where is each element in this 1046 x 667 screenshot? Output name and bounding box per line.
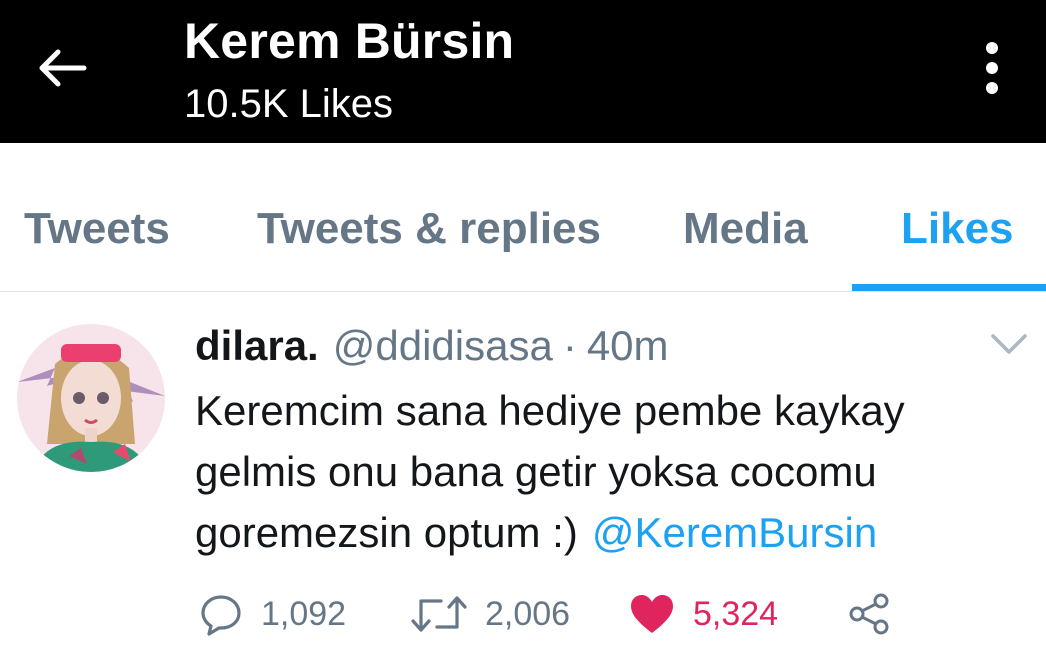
- profile-header: Kerem Bürsin 10.5K Likes: [0, 0, 1046, 143]
- tweet-actions: 1,092 2,006 5,324: [195, 588, 995, 640]
- likes-count-subtitle: 10.5K Likes: [184, 82, 394, 126]
- active-tab-indicator: [852, 284, 1046, 291]
- heart-icon: [631, 595, 673, 633]
- tweet-text: Keremcim sana hediye pembe kaykay gelmis…: [195, 380, 1015, 563]
- reply-button[interactable]: 1,092: [199, 588, 346, 640]
- reply-bubble-icon: [201, 595, 241, 636]
- tab-tweets-replies[interactable]: Tweets & replies: [257, 203, 601, 255]
- retweet-button[interactable]: 2,006: [411, 588, 570, 640]
- vertical-ellipsis-icon: [986, 42, 998, 94]
- retweet-count: 2,006: [485, 594, 571, 633]
- tweet-time[interactable]: 40m: [587, 322, 669, 370]
- more-options-button[interactable]: [966, 36, 1018, 100]
- arrow-left-icon: [39, 49, 87, 87]
- avatar[interactable]: [17, 324, 165, 472]
- share-icon: [849, 593, 889, 635]
- share-button[interactable]: [847, 588, 891, 640]
- avatar-illustration: [17, 324, 165, 472]
- tab-media[interactable]: Media: [683, 203, 808, 255]
- author-name[interactable]: dilara.: [195, 322, 319, 370]
- tweet-menu-button[interactable]: [986, 328, 1032, 360]
- tweet-card[interactable]: dilara. @ddidisasa · 40m Keremcim sana h…: [0, 292, 1046, 667]
- tweet-text-fragment: goremezsin optum :): [195, 509, 578, 556]
- mention-link[interactable]: @KeremBursin: [592, 509, 877, 556]
- separator-dot: ·: [562, 322, 577, 369]
- back-button[interactable]: [32, 38, 92, 98]
- tweet-text-line: Keremcim sana hediye pembe kaykay: [195, 387, 905, 434]
- like-button[interactable]: 5,324: [629, 588, 778, 640]
- retweet-icon: [411, 596, 467, 632]
- like-count: 5,324: [693, 594, 779, 633]
- tweet-header: dilara. @ddidisasa · 40m: [195, 322, 669, 372]
- author-handle[interactable]: @ddidisasa: [333, 322, 553, 370]
- tab-tweets[interactable]: Tweets: [24, 203, 170, 255]
- tab-likes[interactable]: Likes: [901, 203, 1014, 255]
- chevron-down-icon: [991, 334, 1027, 354]
- profile-tabs: Tweets Tweets & replies Media Likes: [0, 143, 1046, 292]
- reply-count: 1,092: [261, 594, 347, 633]
- profile-name: Kerem Bürsin: [184, 13, 515, 69]
- tweet-text-line: goremezsin optum :) @KeremBursin: [195, 502, 1015, 563]
- tweet-text-line: gelmis onu bana getir yoksa cocomu: [195, 448, 877, 495]
